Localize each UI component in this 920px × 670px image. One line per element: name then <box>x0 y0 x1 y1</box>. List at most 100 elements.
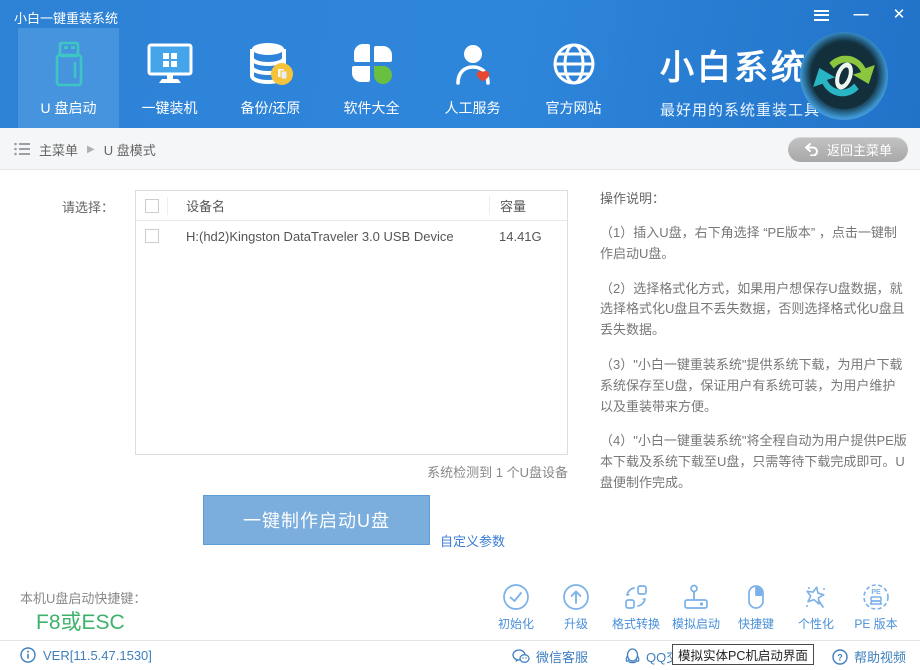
make-boot-usb-button[interactable]: 一键制作启动U盘 <box>203 495 430 545</box>
select-label: 请选择： <box>62 197 114 216</box>
help-video-link[interactable]: ? 帮助视频 <box>832 647 906 666</box>
svg-text:?: ? <box>837 652 843 662</box>
device-name-header: 设备名 <box>168 196 489 215</box>
tool-upgrade[interactable]: 升级 <box>546 583 606 632</box>
mouse-icon <box>742 583 770 611</box>
tool-hotkeys[interactable]: 快捷键 <box>726 583 786 632</box>
nav-item-one-key-install[interactable]: 一键装机 <box>119 28 220 128</box>
brand-slogan: 最好用的系统重装工具 <box>660 99 820 120</box>
tool-initialize[interactable]: 初始化 <box>486 583 546 632</box>
select-all-checkbox[interactable] <box>145 199 159 213</box>
instructions-title: 操作说明： <box>600 188 908 207</box>
table-header-row: 设备名 容量 <box>136 191 567 221</box>
brand-block: 小白系统 最好用的系统重装工具 <box>660 40 820 120</box>
breadcrumb-root[interactable]: 主菜单 <box>39 140 78 159</box>
tool-simulate-boot[interactable]: 模拟启动 <box>666 583 726 632</box>
nav-label: 软件大全 <box>344 98 400 118</box>
tool-format-convert[interactable]: 格式转换 <box>606 583 666 632</box>
nav-item-support[interactable]: 人工服务 <box>422 28 523 128</box>
tool-label: 格式转换 <box>612 615 660 632</box>
nav-item-website[interactable]: 官方网站 <box>523 28 624 128</box>
globe-icon <box>548 38 600 90</box>
title-bar: 小白一键重装系统 — ✕ <box>0 0 920 30</box>
status-bar: VER[11.5.47.1530] 微信客服 QQ交 模拟实体PC机启动界面 <box>0 640 920 670</box>
breadcrumb-separator-icon: ▶ <box>87 144 95 155</box>
menu-icon[interactable] <box>814 7 832 23</box>
row-checkbox-cell <box>136 227 168 245</box>
clover-apps-icon <box>346 38 398 90</box>
main-content: 请选择： 设备名 容量 H:(hd2)Kingston DataTraveler… <box>0 170 920 585</box>
breadcrumb: 主菜单 ▶ U 盘模式 <box>14 128 156 170</box>
simulate-boot-tooltip: 模拟实体PC机启动界面 <box>672 644 814 665</box>
tool-label: 快捷键 <box>738 615 774 632</box>
app-window: 小白一键重装系统 — ✕ U 盘启动 <box>0 0 920 670</box>
breadcrumb-bar: 主菜单 ▶ U 盘模式 返回主菜单 <box>0 128 920 170</box>
wechat-support-link[interactable]: 微信客服 <box>512 647 588 666</box>
check-circle-icon <box>502 583 530 611</box>
format-convert-icon <box>622 583 650 611</box>
app-title: 小白一键重装系统 <box>14 8 118 27</box>
tool-label: 模拟启动 <box>672 615 720 632</box>
version-text: VER[11.5.47.1530] <box>43 648 152 663</box>
select-all-cell <box>136 197 168 215</box>
svg-text:PE: PE <box>871 589 881 596</box>
table-row[interactable]: H:(hd2)Kingston DataTraveler 3.0 USB Dev… <box>136 221 567 251</box>
joystick-icon <box>682 583 710 611</box>
device-table: 设备名 容量 H:(hd2)Kingston DataTraveler 3.0 … <box>135 190 568 455</box>
usb-drive-icon <box>43 38 95 90</box>
instruction-step-4: （4）"小白一键重装系统"将全程自动为用户提供PE版本下载及系统下载至U盘，只需… <box>600 431 908 493</box>
hotkey-value: F8或ESC <box>36 606 125 636</box>
device-name: H:(hd2)Kingston DataTraveler 3.0 USB Dev… <box>168 229 489 244</box>
person-heart-icon <box>447 38 499 90</box>
main-nav: U 盘启动 一键装机 <box>18 28 624 128</box>
list-icon <box>14 142 30 156</box>
version-info: VER[11.5.47.1530] <box>20 647 152 663</box>
back-button-label: 返回主菜单 <box>827 140 892 159</box>
qq-icon <box>625 648 640 665</box>
close-icon[interactable]: ✕ <box>890 6 908 24</box>
instruction-step-3: （3）"小白一键重装系统"提供系统下载，为用户下载系统保存至U盘，保证用户有系统… <box>600 355 908 417</box>
tools-row: 初始化 升级 格式转换 <box>486 583 906 632</box>
nav-item-software[interactable]: 软件大全 <box>321 28 422 128</box>
instructions-panel: 操作说明： （1）插入U盘，右下角选择 “PE版本” ，点击一键制作启动U盘。 … <box>600 188 908 508</box>
wechat-label: 微信客服 <box>536 647 588 666</box>
back-to-main-menu-button[interactable]: 返回主菜单 <box>788 137 908 162</box>
brand-name: 小白系统 <box>660 40 820 89</box>
nav-label: 一键装机 <box>142 98 198 118</box>
nav-label: 官方网站 <box>546 98 602 118</box>
help-label: 帮助视频 <box>854 647 906 666</box>
upgrade-arrow-icon <box>562 583 590 611</box>
question-icon: ? <box>832 649 848 665</box>
instruction-step-2: （2）选择格式化方式，如果用户想保存U盘数据，就选择格式化U盘且不丢失数据，否则… <box>600 279 908 341</box>
database-backup-icon <box>245 38 297 90</box>
nav-label: 人工服务 <box>445 98 501 118</box>
device-checkbox[interactable] <box>145 229 159 243</box>
star-personalize-icon <box>802 583 830 611</box>
wechat-icon <box>512 649 530 665</box>
monitor-icon <box>144 38 196 90</box>
nav-item-usb-boot[interactable]: U 盘启动 <box>18 28 119 128</box>
nav-label: 备份/还原 <box>241 98 301 118</box>
detect-status-text: 系统检测到 1 个U盘设备 <box>135 462 568 481</box>
device-capacity: 14.41G <box>489 229 567 244</box>
instruction-step-1: （1）插入U盘，右下角选择 “PE版本” ，点击一键制作启动U盘。 <box>600 223 908 265</box>
nav-label: U 盘启动 <box>41 98 97 118</box>
minimize-icon[interactable]: — <box>852 6 870 24</box>
tool-label: PE 版本 <box>854 615 897 632</box>
custom-params-link[interactable]: 自定义参数 <box>440 531 505 550</box>
window-controls: — ✕ <box>814 6 908 24</box>
back-arrow-icon <box>804 143 819 156</box>
nav-item-backup-restore[interactable]: 备份/还原 <box>220 28 321 128</box>
brand-logo-icon <box>800 32 888 120</box>
tool-pe-version[interactable]: PE PE 版本 <box>846 583 906 632</box>
tool-label: 升级 <box>564 615 588 632</box>
tool-label: 个性化 <box>798 615 834 632</box>
tool-label: 初始化 <box>498 615 534 632</box>
breadcrumb-current: U 盘模式 <box>104 140 156 159</box>
pe-version-icon: PE <box>862 583 890 611</box>
hotkey-label: 本机U盘启动快捷键： <box>20 588 146 607</box>
capacity-header: 容量 <box>489 196 567 215</box>
info-icon <box>20 647 36 663</box>
tool-personalize[interactable]: 个性化 <box>786 583 846 632</box>
header: 小白一键重装系统 — ✕ U 盘启动 <box>0 0 920 128</box>
